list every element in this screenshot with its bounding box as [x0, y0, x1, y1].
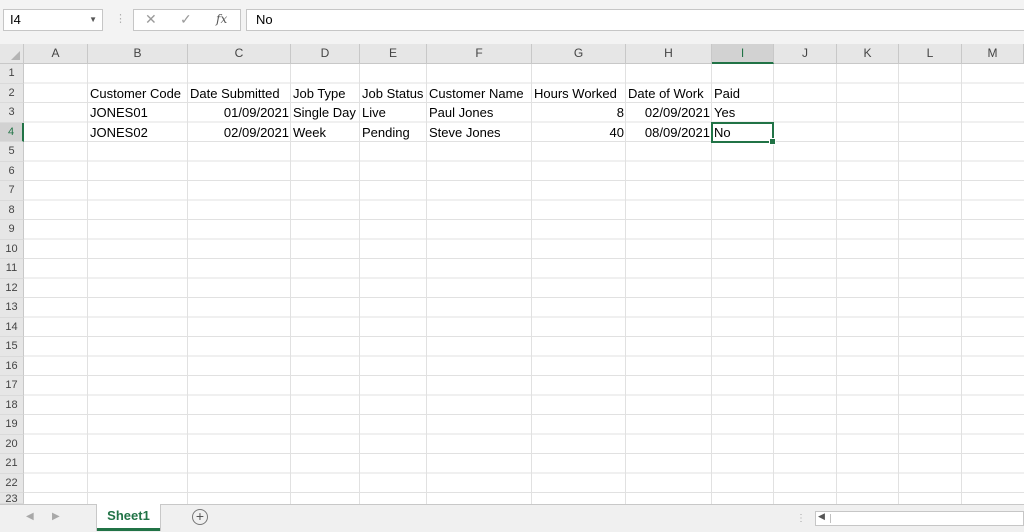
row-header-6[interactable]: 6: [0, 161, 24, 181]
row-header-8[interactable]: 8: [0, 200, 24, 220]
column-header-a[interactable]: A: [24, 44, 88, 64]
row-header-16[interactable]: 16: [0, 356, 24, 376]
formula-buttons: ✕ ✓ fx: [133, 9, 241, 31]
active-cell-indicator[interactable]: [711, 121, 776, 145]
scrollbar-thumb[interactable]: [830, 514, 831, 523]
header-cell-customer-code[interactable]: Customer Code: [88, 84, 188, 104]
header-cell-job-status[interactable]: Job Status: [360, 84, 427, 104]
table-cell[interactable]: 08/09/2021: [626, 123, 712, 143]
sheet-tab-bar: ◀ ▶ Sheet1 + ⋮ ◀: [0, 504, 1024, 532]
row-header-14[interactable]: 14: [0, 317, 24, 337]
row-header-2[interactable]: 2: [0, 83, 24, 103]
row-header-17[interactable]: 17: [0, 376, 24, 396]
scroll-left-icon[interactable]: ◀: [818, 511, 825, 522]
row-header-3[interactable]: 3: [0, 103, 24, 123]
row-header-21[interactable]: 21: [0, 454, 24, 474]
header-cell-paid[interactable]: Paid: [712, 84, 774, 104]
row-header-1[interactable]: 1: [0, 64, 24, 84]
row-header-7[interactable]: 7: [0, 181, 24, 201]
column-header-m[interactable]: M: [962, 44, 1024, 64]
gridline: [836, 64, 837, 504]
column-header-h[interactable]: H: [626, 44, 712, 64]
row-header-11[interactable]: 11: [0, 259, 24, 279]
name-box[interactable]: I4 ▼: [3, 9, 103, 31]
row-header-5[interactable]: 5: [0, 142, 24, 162]
row-header-20[interactable]: 20: [0, 434, 24, 454]
scroll-splitter-icon[interactable]: ⋮: [796, 513, 806, 524]
insert-function-icon[interactable]: fx: [216, 12, 227, 26]
row-header-23[interactable]: 23: [0, 493, 24, 504]
column-header-e[interactable]: E: [360, 44, 427, 64]
column-header-f[interactable]: F: [427, 44, 532, 64]
row-header-9[interactable]: 9: [0, 220, 24, 240]
enter-icon[interactable]: ✓: [180, 11, 192, 28]
table-cell[interactable]: 02/09/2021: [626, 103, 712, 123]
row-header-10[interactable]: 10: [0, 239, 24, 259]
column-header-c[interactable]: C: [188, 44, 291, 64]
header-cell-customer-name[interactable]: Customer Name: [427, 84, 532, 104]
plus-circle-icon[interactable]: +: [192, 509, 208, 525]
header-cell-job-type[interactable]: Job Type: [291, 84, 360, 104]
row-header-4[interactable]: 4: [0, 122, 24, 142]
column-header-g[interactable]: G: [532, 44, 626, 64]
table-cell[interactable]: Single Day: [291, 103, 360, 123]
table-cell[interactable]: Week: [291, 123, 360, 143]
horizontal-scrollbar[interactable]: ◀: [815, 511, 1024, 526]
table-cell[interactable]: 8: [532, 103, 626, 123]
triangle-right-icon[interactable]: ▶: [52, 511, 60, 522]
table-cell[interactable]: Steve Jones: [427, 123, 532, 143]
sheet-tab-sheet1[interactable]: Sheet1: [97, 504, 160, 531]
formula-bar-area: I4 ▼ ⋮ ✕ ✓ fx No: [0, 0, 1024, 45]
gridline: [898, 64, 899, 504]
row-header-13[interactable]: 13: [0, 298, 24, 318]
formula-bar-splitter-icon[interactable]: ⋮: [115, 12, 126, 25]
column-header-l[interactable]: L: [899, 44, 962, 64]
header-cell-date-submitted[interactable]: Date Submitted: [188, 84, 291, 104]
table-cell[interactable]: 40: [532, 123, 626, 143]
table-cell[interactable]: 01/09/2021: [188, 103, 291, 123]
table-cell[interactable]: Yes: [712, 103, 774, 123]
row-header-18[interactable]: 18: [0, 395, 24, 415]
formula-input-value: No: [256, 12, 273, 27]
name-box-value: I4: [10, 12, 21, 27]
table-cell[interactable]: Live: [360, 103, 427, 123]
row-header-12[interactable]: 12: [0, 278, 24, 298]
column-header-d[interactable]: D: [291, 44, 360, 64]
row-header-22[interactable]: 22: [0, 473, 24, 493]
table-cell[interactable]: Paul Jones: [427, 103, 532, 123]
triangle-left-icon[interactable]: ◀: [26, 511, 34, 522]
column-header-j[interactable]: J: [774, 44, 837, 64]
formula-input[interactable]: No: [246, 9, 1024, 31]
table-cell[interactable]: JONES01: [88, 103, 188, 123]
cell-grid[interactable]: Customer Code Date Submitted Job Type Jo…: [24, 64, 1024, 504]
table-cell[interactable]: JONES02: [88, 123, 188, 143]
header-cell-date-of-work[interactable]: Date of Work: [626, 84, 712, 104]
column-header-k[interactable]: K: [837, 44, 899, 64]
column-header-b[interactable]: B: [88, 44, 188, 64]
gridline: [961, 64, 962, 504]
column-header-i[interactable]: I: [712, 44, 774, 64]
row-header-19[interactable]: 19: [0, 415, 24, 435]
cancel-icon[interactable]: ✕: [145, 11, 157, 28]
select-all-button[interactable]: [0, 44, 24, 64]
chevron-down-icon[interactable]: ▼: [89, 10, 97, 30]
table-cell[interactable]: 02/09/2021: [188, 123, 291, 143]
header-cell-hours-worked[interactable]: Hours Worked: [532, 84, 626, 104]
table-cell[interactable]: Pending: [360, 123, 427, 143]
row-header-15[interactable]: 15: [0, 337, 24, 357]
